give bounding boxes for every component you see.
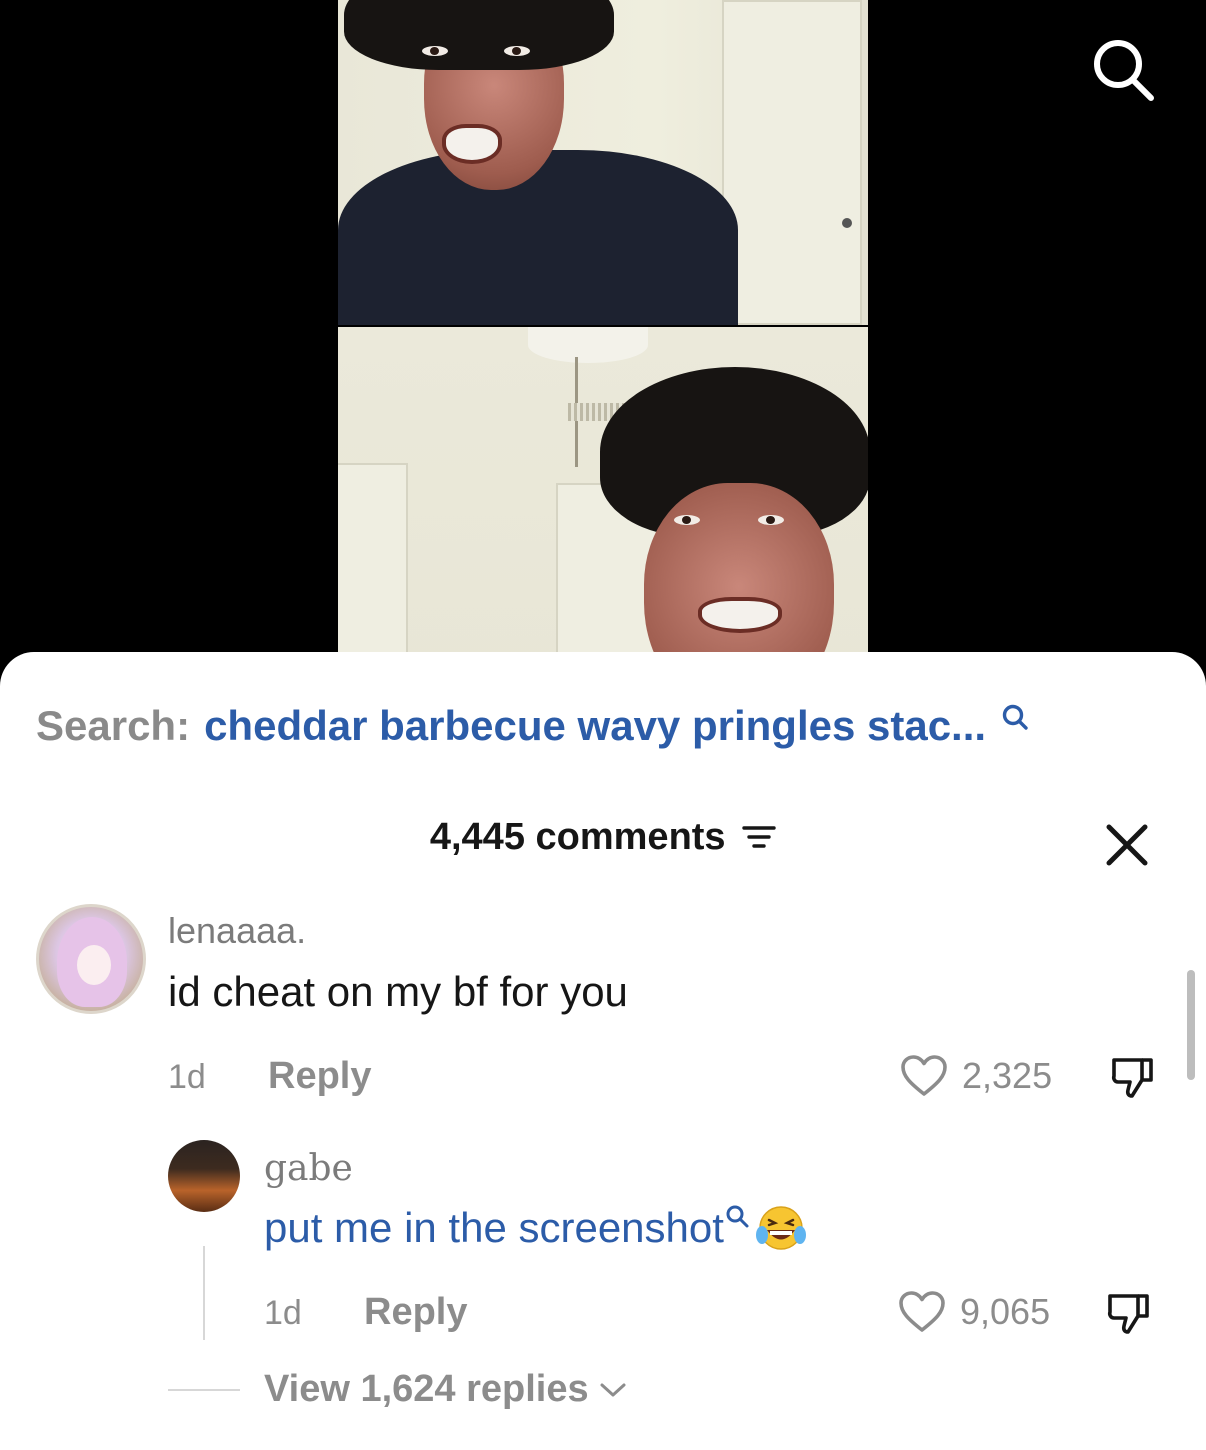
search-icon[interactable] xyxy=(1000,703,1030,733)
reply-button[interactable]: Reply xyxy=(364,1291,467,1334)
filter-icon[interactable] xyxy=(742,823,776,851)
dislike-icon[interactable] xyxy=(1108,1054,1156,1102)
person-shirt-graphic xyxy=(338,150,738,325)
view-replies-button[interactable]: View 1,624 replies xyxy=(264,1368,627,1411)
comment-time: 1d xyxy=(168,1058,206,1096)
reply-username[interactable]: gabe xyxy=(264,1148,353,1189)
like-button[interactable]: 9,065 xyxy=(898,1290,1050,1334)
reply-text-link[interactable]: put me in the screenshot xyxy=(264,1204,724,1251)
view-replies-label: View 1,624 replies xyxy=(264,1368,589,1410)
comment-username[interactable]: lenaaaa. xyxy=(168,910,306,952)
search-icon[interactable] xyxy=(1088,36,1158,106)
close-icon[interactable] xyxy=(1104,822,1150,868)
chevron-down-icon xyxy=(600,1383,626,1396)
mouth-graphic xyxy=(442,124,502,164)
heart-icon xyxy=(899,1291,945,1332)
person-hair-graphic xyxy=(344,0,614,70)
door-graphic xyxy=(722,0,862,325)
laughing-emoji-icon xyxy=(755,1206,806,1250)
avatar-face-graphic xyxy=(77,945,111,985)
search-prefix-label: Search: xyxy=(36,702,191,749)
search-icon[interactable] xyxy=(724,1204,750,1230)
avatar[interactable] xyxy=(168,1140,240,1212)
reply-text[interactable]: put me in the screenshot xyxy=(264,1204,808,1253)
search-query-link[interactable]: cheddar barbecue wavy pringles stac... xyxy=(204,702,986,750)
mouth-graphic xyxy=(698,597,782,633)
avatar[interactable] xyxy=(36,904,146,1014)
eye-graphic xyxy=(758,515,784,525)
replies-divider xyxy=(168,1389,240,1391)
door-knob-graphic xyxy=(842,218,852,228)
like-count: 9,065 xyxy=(960,1291,1051,1332)
comments-count-header: 4,445 comments xyxy=(0,816,1206,859)
comments-sheet: Search: cheddar barbecue wavy pringles s… xyxy=(0,652,1206,1450)
thread-line xyxy=(203,1246,205,1340)
heart-icon xyxy=(901,1055,947,1096)
reply-button[interactable]: Reply xyxy=(268,1055,371,1098)
video-frame xyxy=(338,0,868,700)
comment-text: id cheat on my bf for you xyxy=(168,968,628,1015)
search-suggestion[interactable]: Search: cheddar barbecue wavy pringles s… xyxy=(36,702,1030,750)
video-player[interactable] xyxy=(0,0,1206,700)
eye-graphic xyxy=(504,46,530,56)
eye-graphic xyxy=(674,515,700,525)
like-count: 2,325 xyxy=(962,1055,1053,1096)
scrollbar[interactable] xyxy=(1187,970,1195,1080)
video-panel-top xyxy=(338,0,868,325)
comments-count: 4,445 comments xyxy=(429,816,726,858)
eye-graphic xyxy=(422,46,448,56)
video-panel-bottom xyxy=(338,327,868,700)
dislike-icon[interactable] xyxy=(1104,1290,1152,1338)
ceiling-lamp-graphic xyxy=(528,327,648,363)
like-button[interactable]: 2,325 xyxy=(900,1054,1052,1098)
reply-time: 1d xyxy=(264,1294,302,1332)
